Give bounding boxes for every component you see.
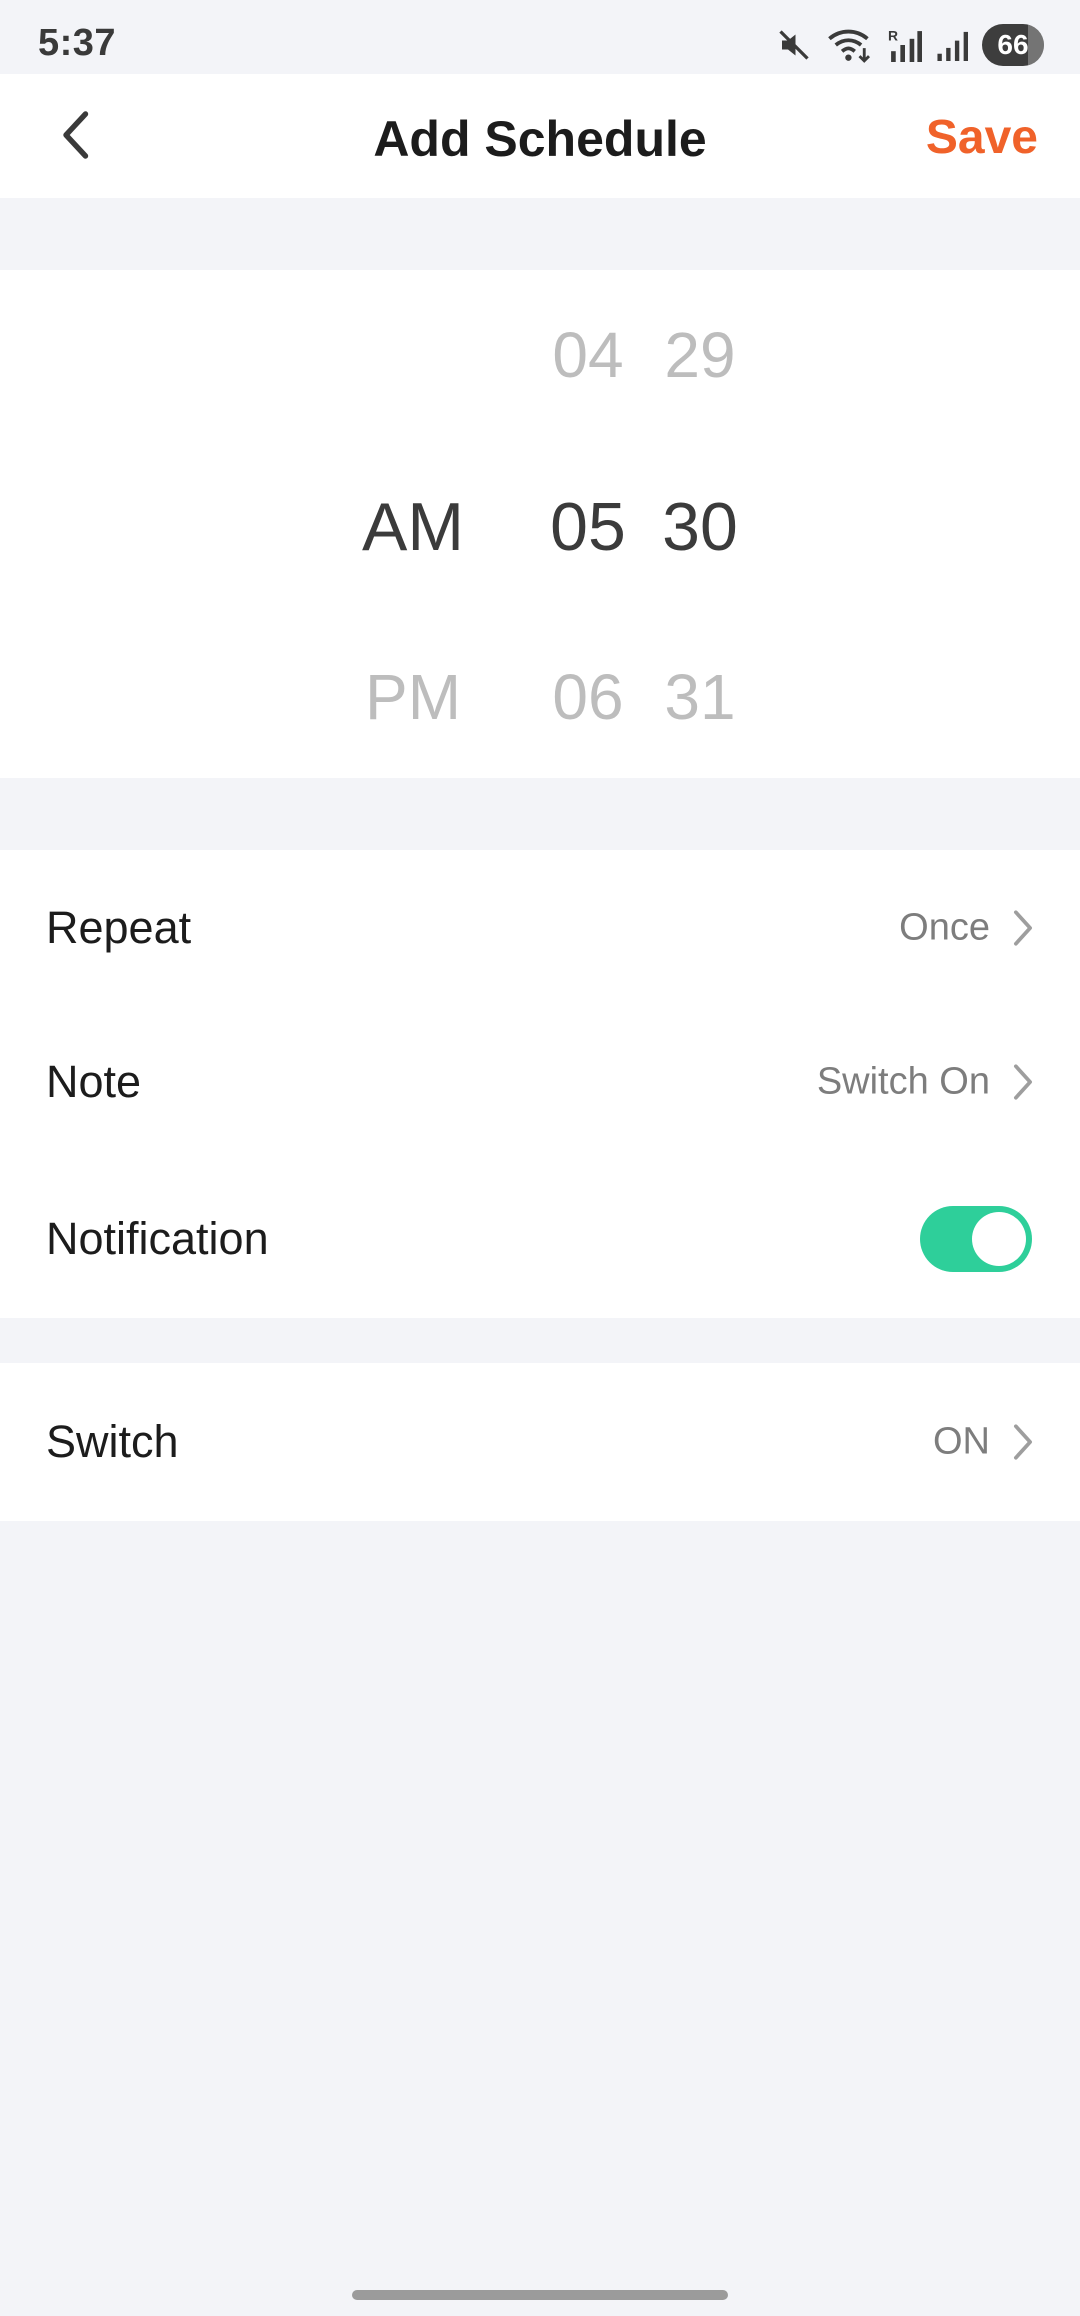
chevron-right-icon: [1008, 908, 1038, 948]
signal-icon: [936, 26, 968, 64]
switch-row[interactable]: Switch ON: [0, 1367, 1080, 1517]
notification-row: Notification: [0, 1164, 1080, 1314]
toggle-knob: [972, 1212, 1026, 1266]
switch-label: Switch: [46, 1416, 179, 1467]
home-indicator[interactable]: [352, 2290, 728, 2300]
battery-level: 66: [997, 29, 1029, 60]
switch-section: Switch ON: [0, 1363, 1080, 1521]
picker-minute-above[interactable]: 29: [630, 318, 770, 392]
chevron-right-icon: [1008, 1422, 1038, 1462]
notification-label: Notification: [46, 1213, 269, 1264]
time-picker[interactable]: AM PM 04 05 06 29 30 31: [0, 270, 1080, 778]
note-row[interactable]: Note Switch On: [0, 1007, 1080, 1157]
picker-period-selected[interactable]: AM: [343, 488, 483, 566]
picker-period-below[interactable]: PM: [343, 660, 483, 734]
switch-value: ON: [933, 1420, 990, 1463]
note-label: Note: [46, 1056, 142, 1107]
battery-icon: 66: [982, 24, 1044, 66]
mute-icon: [776, 27, 812, 63]
settings-list: Repeat Once Note Switch On Notification: [0, 850, 1080, 1318]
page-title: Add Schedule: [373, 111, 707, 167]
note-value: Switch On: [816, 1060, 990, 1103]
status-bar: 5:37 R 66: [0, 0, 1080, 74]
save-button[interactable]: Save: [926, 110, 1038, 165]
status-time: 5:37: [38, 22, 117, 64]
repeat-row[interactable]: Repeat Once: [0, 853, 1080, 1003]
chevron-right-icon: [1008, 1062, 1038, 1102]
svg-text:R: R: [888, 27, 898, 43]
repeat-label: Repeat: [46, 902, 192, 953]
picker-minute-selected[interactable]: 30: [630, 488, 770, 566]
status-icons: R 66: [776, 22, 1044, 68]
notification-toggle[interactable]: [920, 1206, 1032, 1272]
header-bar: Add Schedule Save: [0, 74, 1080, 198]
signal-roaming-icon: R: [888, 26, 922, 64]
wifi-icon: [826, 26, 874, 64]
repeat-value: Once: [899, 906, 990, 949]
picker-minute-below[interactable]: 31: [630, 660, 770, 734]
